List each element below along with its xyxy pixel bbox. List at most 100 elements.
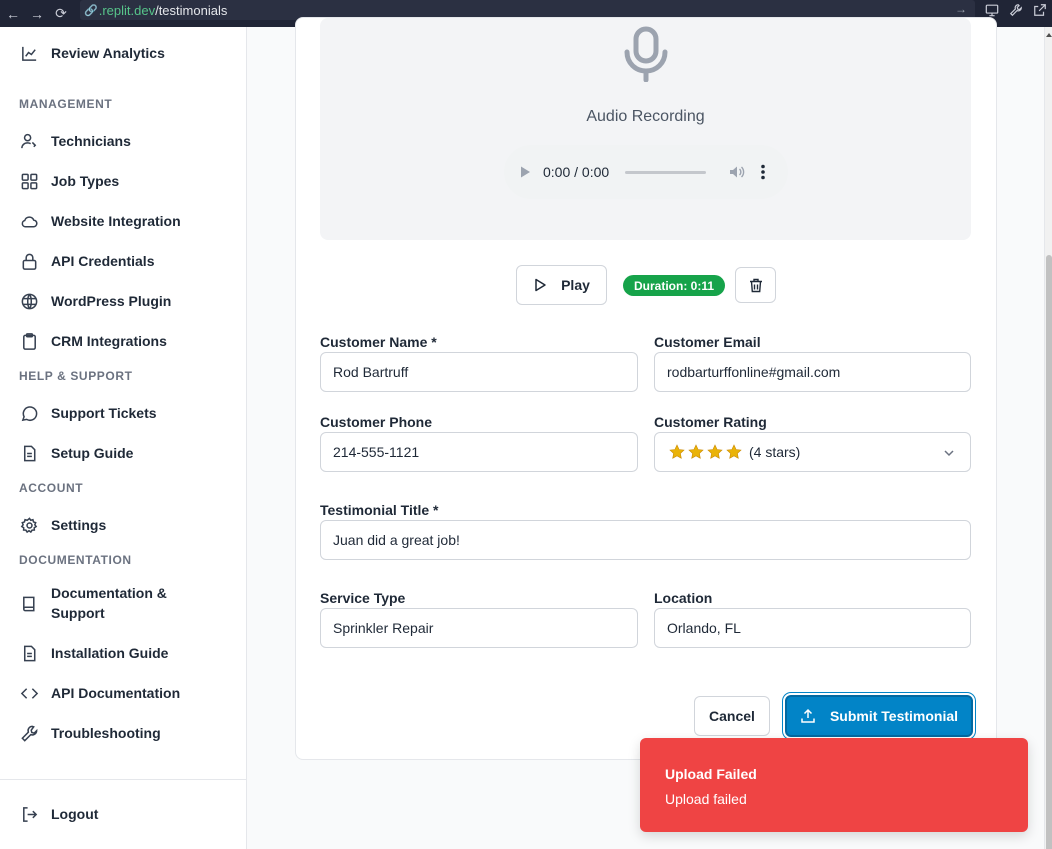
rating-stars <box>669 444 745 460</box>
sidebar-item-label: Troubleshooting <box>51 725 161 741</box>
logout-label: Logout <box>51 806 99 822</box>
customer-phone-input[interactable] <box>320 432 638 472</box>
audio-player[interactable]: 0:00 / 0:00 <box>504 145 788 199</box>
main-content: Audio Recording 0:00 / 0:00 Play Duratio… <box>247 17 1044 849</box>
sidebar-divider <box>0 779 246 780</box>
star-icon <box>669 444 685 459</box>
sidebar-item-label: Documentation & <box>51 585 167 601</box>
sidebar-item-label: API Credentials <box>51 253 155 269</box>
sidebar: Review Analytics MANAGEMENT Technicians … <box>0 27 247 849</box>
customer-rating-label: Customer Rating <box>654 414 767 430</box>
audio-progress-track[interactable] <box>625 170 707 174</box>
sidebar-item-label: Technicians <box>51 133 131 149</box>
code-icon <box>19 683 39 703</box>
chart-line-icon <box>19 43 39 63</box>
location-input[interactable] <box>654 608 971 648</box>
duration-badge: Duration: 0:11 <box>623 275 726 296</box>
reload-icon[interactable]: ⟳ <box>50 4 72 24</box>
delete-recording-button[interactable] <box>735 267 776 303</box>
url-domain: .replit.dev <box>98 2 156 18</box>
go-arrow-icon[interactable]: → <box>955 2 967 16</box>
external-link-icon[interactable] <box>1032 2 1048 18</box>
sidebar-item-label: CRM Integrations <box>51 333 167 349</box>
file-text-icon <box>19 643 39 663</box>
sidebar-item-label: Review Analytics <box>51 45 165 61</box>
play-button-label: Play <box>561 277 590 293</box>
audio-recording-label: Audio Recording <box>586 108 705 125</box>
sidebar-item-crm-integrations[interactable]: CRM Integrations <box>19 331 167 351</box>
customer-name-label: Customer Name * <box>320 334 437 350</box>
service-type-label: Service Type <box>320 590 406 606</box>
sidebar-item-label-wrap: Documentation & Support <box>51 583 167 623</box>
wrench-icon[interactable] <box>1008 2 1024 18</box>
sidebar-item-documentation-support[interactable]: Documentation & Support <box>19 583 167 623</box>
volume-icon[interactable] <box>728 163 746 181</box>
location-label: Location <box>654 590 713 606</box>
chevron-down-icon <box>944 450 954 457</box>
logout-button[interactable]: Logout <box>19 804 98 824</box>
forward-arrow-icon[interactable]: → <box>26 4 48 24</box>
sidebar-item-api-documentation[interactable]: API Documentation <box>19 683 180 703</box>
testimonial-title-label: Testimonial Title * <box>320 502 439 518</box>
sidebar-item-troubleshooting[interactable]: Troubleshooting <box>19 723 161 743</box>
cloud-icon <box>19 211 39 231</box>
error-toast[interactable]: Upload Failed Upload failed <box>640 738 1028 832</box>
url-path: /testimonials <box>155 2 228 18</box>
clipboard-icon <box>19 331 39 351</box>
monitor-icon[interactable] <box>984 2 1000 18</box>
submit-button-label: Submit Testimonial <box>829 708 959 724</box>
section-heading-documentation: DOCUMENTATION <box>19 553 132 567</box>
sidebar-item-support-tickets[interactable]: Support Tickets <box>19 403 157 423</box>
sidebar-item-review-analytics[interactable]: Review Analytics <box>19 43 165 63</box>
toast-message: Upload failed <box>665 791 747 807</box>
play-button[interactable]: Play <box>516 265 607 305</box>
sidebar-item-api-credentials[interactable]: API Credentials <box>19 251 154 271</box>
audio-time: 0:00 / 0:00 <box>543 164 610 180</box>
book-icon <box>19 593 39 613</box>
testimonial-form-card: Audio Recording 0:00 / 0:00 Play Duratio… <box>295 17 997 760</box>
sidebar-item-technicians[interactable]: Technicians <box>19 131 131 151</box>
file-text-icon <box>19 443 39 463</box>
play-triangle-icon[interactable] <box>518 165 532 179</box>
sidebar-item-wordpress-plugin[interactable]: WordPress Plugin <box>19 291 171 311</box>
sidebar-item-label: API Documentation <box>51 685 181 701</box>
customer-name-input[interactable] <box>320 352 638 392</box>
sidebar-item-label: Support Tickets <box>51 405 157 421</box>
sidebar-item-website-integration[interactable]: Website Integration <box>19 211 181 231</box>
sidebar-item-settings[interactable]: Settings <box>19 515 106 535</box>
section-heading-account: ACCOUNT <box>19 481 84 495</box>
sidebar-item-setup-guide[interactable]: Setup Guide <box>19 443 133 463</box>
back-arrow-icon[interactable]: ← <box>2 4 24 24</box>
sidebar-item-label: Support <box>51 605 105 621</box>
testimonial-title-input[interactable] <box>320 520 971 560</box>
section-heading-management: MANAGEMENT <box>19 97 113 111</box>
star-icon <box>726 444 742 459</box>
sidebar-item-installation-guide[interactable]: Installation Guide <box>19 643 168 663</box>
submit-testimonial-button[interactable]: Submit Testimonial <box>785 695 973 737</box>
page-scrollbar[interactable] <box>1044 27 1052 849</box>
sidebar-item-label: Setup Guide <box>51 445 134 461</box>
cancel-button[interactable]: Cancel <box>694 696 770 736</box>
more-vertical-icon[interactable] <box>756 163 770 181</box>
sidebar-item-label: WordPress Plugin <box>51 293 172 309</box>
rating-text: (4 stars) <box>749 444 801 460</box>
customer-email-label: Customer Email <box>654 334 761 350</box>
lock-icon <box>19 251 39 271</box>
scrollbar-thumb[interactable] <box>1046 255 1052 849</box>
star-icon <box>707 444 723 459</box>
customer-email-input[interactable] <box>654 352 971 392</box>
service-type-input[interactable] <box>320 608 638 648</box>
user-cog-icon <box>19 131 39 151</box>
gear-icon <box>19 515 39 535</box>
star-icon <box>688 444 704 459</box>
link-icon: 🔗 <box>84 4 98 17</box>
upload-icon <box>801 708 815 723</box>
customer-rating-select[interactable]: (4 stars) <box>654 432 971 472</box>
microphone-icon <box>624 26 668 82</box>
sidebar-item-label: Job Types <box>51 173 120 189</box>
wrench-icon <box>19 723 39 743</box>
section-heading-help-support: HELP & SUPPORT <box>19 369 133 383</box>
toast-title: Upload Failed <box>665 766 757 782</box>
scroll-up-arrow-icon[interactable] <box>1045 31 1052 39</box>
sidebar-item-job-types[interactable]: Job Types <box>19 171 119 191</box>
